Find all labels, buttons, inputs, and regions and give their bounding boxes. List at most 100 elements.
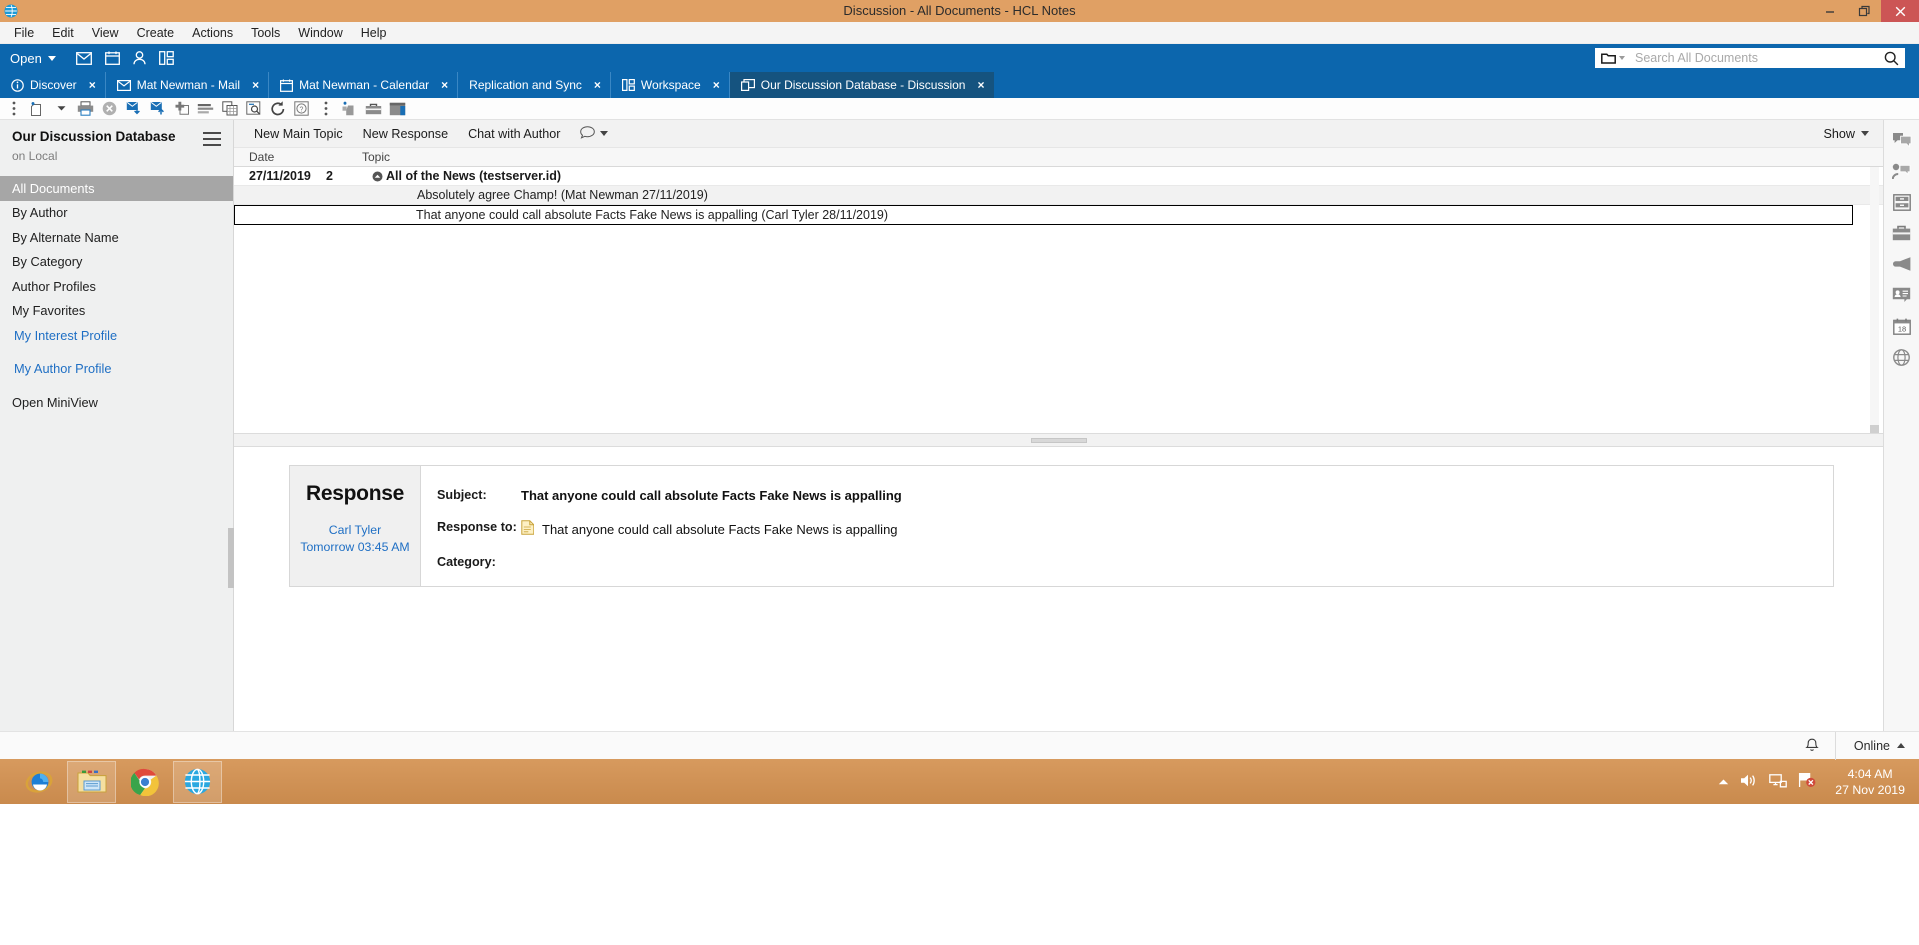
file-drawer-icon[interactable] bbox=[1891, 192, 1913, 212]
list-scrollbar[interactable] bbox=[1870, 167, 1879, 433]
calendar-icon[interactable] bbox=[105, 51, 120, 65]
menu-help[interactable]: Help bbox=[352, 22, 396, 44]
search-icon[interactable] bbox=[1884, 51, 1899, 66]
chat-with-author-button[interactable]: Chat with Author bbox=[458, 127, 570, 141]
contact-icon[interactable] bbox=[133, 51, 146, 65]
search-input[interactable] bbox=[1633, 50, 1884, 66]
file-explorer-icon[interactable] bbox=[67, 761, 116, 803]
sidebar-item-open-miniview[interactable]: Open MiniView bbox=[0, 390, 233, 415]
sidebar-item-my-favorites[interactable]: My Favorites bbox=[0, 299, 233, 324]
menu-tools[interactable]: Tools bbox=[242, 22, 289, 44]
more-vert-icon[interactable] bbox=[4, 99, 23, 118]
sidebar-item-by-category[interactable]: By Category bbox=[0, 250, 233, 275]
notifications-bell-icon[interactable] bbox=[1789, 732, 1836, 760]
restore-button[interactable] bbox=[1847, 0, 1881, 22]
sidebar-item-by-alternate-name[interactable]: By Alternate Name bbox=[0, 225, 233, 250]
collapse-icon[interactable] bbox=[196, 99, 215, 118]
online-status-button[interactable]: Online bbox=[1836, 739, 1919, 753]
scrollbar-track[interactable] bbox=[1870, 167, 1879, 425]
chrome-icon[interactable] bbox=[120, 761, 169, 803]
duplicate-icon[interactable] bbox=[220, 99, 239, 118]
web-browser-icon[interactable] bbox=[1891, 347, 1913, 367]
close-icon[interactable]: × bbox=[977, 78, 984, 92]
taskbar-clock[interactable]: 4:04 AM 27 Nov 2019 bbox=[1827, 766, 1905, 798]
announcement-icon[interactable] bbox=[1891, 254, 1913, 274]
copy-to-folder-icon[interactable] bbox=[148, 99, 167, 118]
close-icon[interactable]: × bbox=[252, 78, 259, 92]
sidebar-item-by-author[interactable]: By Author bbox=[0, 201, 233, 226]
sidebar-item-my-interest-profile[interactable]: My Interest Profile bbox=[0, 323, 233, 348]
tab-mat-newman-calendar[interactable]: Mat Newman - Calendar × bbox=[269, 72, 458, 98]
minimize-button[interactable] bbox=[1813, 0, 1847, 22]
column-header-topic[interactable]: Topic bbox=[362, 150, 390, 164]
move-to-folder-icon[interactable] bbox=[124, 99, 143, 118]
briefcase-icon[interactable] bbox=[1891, 223, 1913, 243]
show-hidden-icons-icon[interactable] bbox=[1718, 774, 1729, 789]
apps-icon[interactable] bbox=[159, 51, 174, 65]
menu-create[interactable]: Create bbox=[128, 22, 184, 44]
mail-icon[interactable] bbox=[76, 52, 92, 65]
show-menu-button[interactable]: Show bbox=[1823, 127, 1883, 141]
column-header-date[interactable]: Date bbox=[234, 150, 362, 164]
chat-dropdown-button[interactable] bbox=[570, 126, 618, 142]
tab-our-discussion-database[interactable]: Our Discussion Database - Discussion × bbox=[730, 72, 994, 98]
field-value[interactable]: That anyone could call absolute Facts Fa… bbox=[542, 522, 898, 537]
search-bar bbox=[1595, 48, 1905, 68]
network-icon[interactable] bbox=[1769, 773, 1787, 791]
hamburger-icon[interactable] bbox=[203, 132, 221, 146]
table-row[interactable]: That anyone could call absolute Facts Fa… bbox=[234, 205, 1853, 225]
close-icon[interactable]: × bbox=[441, 78, 448, 92]
menu-window[interactable]: Window bbox=[289, 22, 351, 44]
navigator-scrollbar-thumb[interactable] bbox=[228, 528, 234, 588]
action-center-icon[interactable] bbox=[1798, 772, 1816, 791]
close-button[interactable] bbox=[1881, 0, 1919, 22]
open-button[interactable]: Open bbox=[8, 51, 64, 66]
delete-icon[interactable] bbox=[100, 99, 119, 118]
pane-splitter[interactable] bbox=[234, 433, 1883, 447]
menu-file[interactable]: File bbox=[5, 22, 43, 44]
info-icon bbox=[11, 79, 24, 92]
menu-edit[interactable]: Edit bbox=[43, 22, 83, 44]
find-icon[interactable] bbox=[244, 99, 263, 118]
collapse-twisty-icon[interactable] bbox=[372, 171, 386, 182]
scrollbar-thumb[interactable] bbox=[1870, 425, 1879, 433]
tab-replication-and-sync[interactable]: Replication and Sync × bbox=[458, 72, 611, 98]
close-icon[interactable]: × bbox=[713, 78, 720, 92]
document-author[interactable]: Carl Tyler bbox=[296, 523, 414, 537]
internet-explorer-icon[interactable] bbox=[14, 761, 63, 803]
table-row[interactable]: Absolutely agree Champ! (Mat Newman 27/1… bbox=[234, 186, 1883, 205]
print-icon[interactable] bbox=[76, 99, 95, 118]
volume-icon[interactable] bbox=[1740, 773, 1758, 791]
refresh-icon[interactable] bbox=[268, 99, 287, 118]
menu-actions[interactable]: Actions bbox=[183, 22, 242, 44]
table-row[interactable]: 27/11/2019 2 All of the News (testserver… bbox=[234, 167, 1883, 186]
contact-card-icon[interactable] bbox=[1891, 285, 1913, 305]
menu-view[interactable]: View bbox=[83, 22, 128, 44]
field-value[interactable]: That anyone could call absolute Facts Fa… bbox=[521, 488, 902, 503]
splitter-grip[interactable] bbox=[1031, 438, 1087, 443]
chevron-down-icon[interactable] bbox=[52, 99, 71, 118]
layout-icon[interactable] bbox=[388, 99, 407, 118]
folder-icon[interactable] bbox=[1601, 52, 1616, 64]
sidebar-item-author-profiles[interactable]: Author Profiles bbox=[0, 274, 233, 299]
sametime-contacts-icon[interactable] bbox=[1891, 161, 1913, 181]
close-icon[interactable]: × bbox=[89, 78, 96, 92]
help-icon[interactable]: ? bbox=[292, 99, 311, 118]
hcl-notes-icon[interactable] bbox=[173, 761, 222, 803]
add-icon[interactable] bbox=[172, 99, 191, 118]
toolbox-icon[interactable] bbox=[364, 99, 383, 118]
new-document-icon[interactable] bbox=[28, 99, 47, 118]
tab-discover[interactable]: Discover × bbox=[0, 72, 106, 98]
tab-mat-newman-mail[interactable]: Mat Newman - Mail × bbox=[106, 72, 269, 98]
chevron-down-icon[interactable] bbox=[1619, 56, 1625, 60]
day-at-a-glance-icon[interactable]: 18 bbox=[1891, 316, 1913, 336]
plugin-icon[interactable] bbox=[340, 99, 359, 118]
new-response-button[interactable]: New Response bbox=[353, 127, 458, 141]
sidebar-item-all-documents[interactable]: All Documents bbox=[0, 176, 233, 201]
sidebar-item-my-author-profile[interactable]: My Author Profile bbox=[0, 357, 233, 382]
close-icon[interactable]: × bbox=[594, 78, 601, 92]
chat-icon[interactable] bbox=[1891, 130, 1913, 150]
more-vert-icon-2[interactable] bbox=[316, 99, 335, 118]
tab-workspace[interactable]: Workspace × bbox=[611, 72, 730, 98]
new-main-topic-button[interactable]: New Main Topic bbox=[244, 127, 353, 141]
